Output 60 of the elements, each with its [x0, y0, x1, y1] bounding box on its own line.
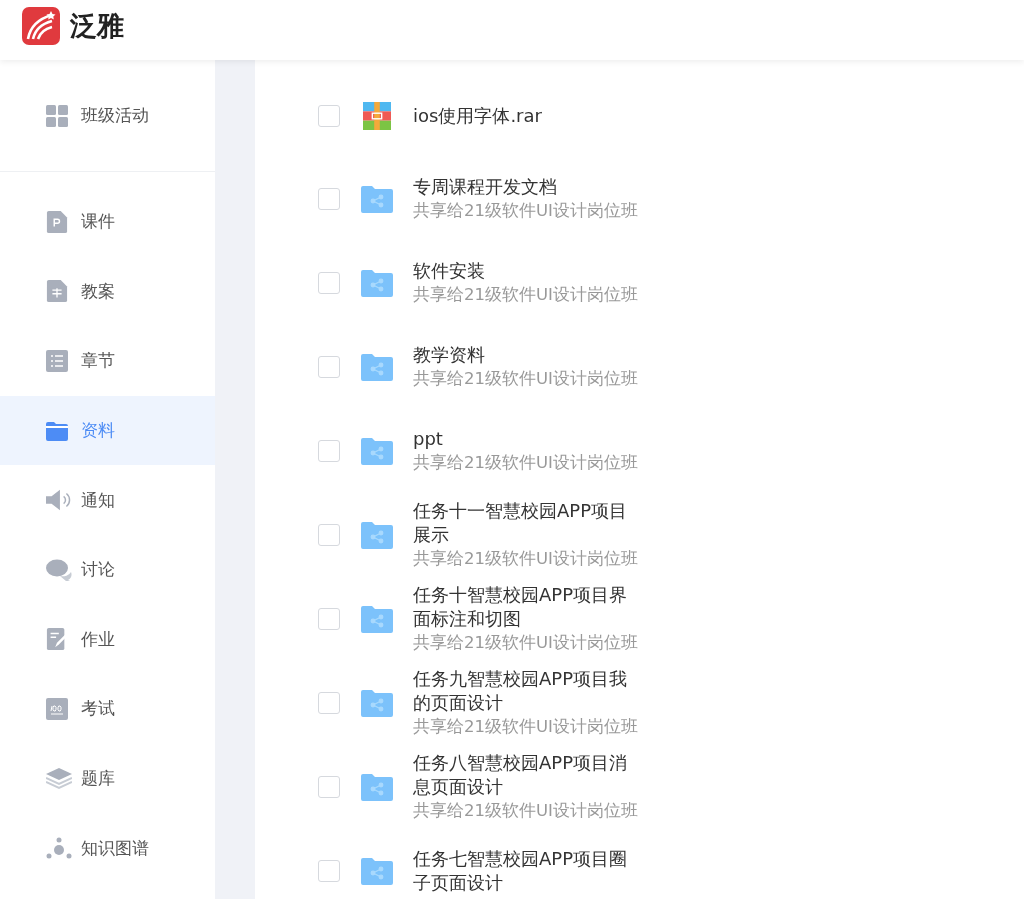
brand-name: 泛雅 — [70, 9, 124, 43]
shared-folder-icon — [361, 605, 393, 633]
shared-folder-icon — [361, 773, 393, 801]
document-icon — [46, 280, 68, 303]
document-icon — [46, 210, 68, 233]
file-name[interactable]: 任务十一智慧校园APP项目展示 — [413, 499, 645, 547]
share-info: 共享给21级软件UI设计岗位班 — [413, 284, 639, 306]
sidebar-item[interactable]: 考试 — [0, 674, 215, 744]
layers-icon — [46, 767, 72, 790]
checkbox[interactable] — [318, 356, 340, 378]
graph-icon — [46, 837, 72, 860]
share-info: 共享给21级软件UI设计岗位班 — [413, 800, 639, 822]
checkbox[interactable] — [318, 272, 340, 294]
share-info: 共享给21级软件UI设计岗位班 — [413, 632, 639, 654]
file-name[interactable]: 教学资料 — [413, 343, 645, 367]
checkbox[interactable] — [318, 440, 340, 462]
checkbox[interactable] — [318, 692, 340, 714]
checkbox[interactable] — [318, 860, 340, 882]
grid-icon — [46, 104, 68, 127]
sidebar-item[interactable]: 作业 — [0, 604, 215, 675]
share-info: 共享给21级软件UI设计岗位班 — [413, 548, 639, 570]
checkbox[interactable] — [318, 608, 340, 630]
checkbox[interactable] — [318, 188, 340, 210]
share-info: 共享给21级软件UI设计岗位班 — [413, 200, 639, 222]
share-info: 共享给21级软件UI设计岗位班 — [413, 368, 639, 390]
file-name[interactable]: ios使用字体.rar — [413, 104, 645, 128]
shared-folder-icon — [361, 689, 393, 717]
file-name[interactable]: 任务八智慧校园APP项目消息页面设计 — [413, 751, 645, 799]
edit-icon — [46, 628, 68, 651]
checkbox[interactable] — [318, 524, 340, 546]
sidebar-item[interactable]: 题库 — [0, 743, 215, 814]
shared-folder-icon — [361, 269, 393, 297]
file-name[interactable]: ppt — [413, 427, 645, 451]
sidebar-item[interactable]: 知识图谱 — [0, 813, 215, 883]
file-name[interactable]: 任务七智慧校园APP项目圈子页面设计 — [413, 847, 645, 895]
sidebar-item[interactable]: 章节 — [0, 326, 215, 396]
file-name[interactable]: 专周课程开发文档 — [413, 175, 645, 199]
sidebar-item[interactable]: 讨论 — [0, 534, 215, 605]
shared-folder-icon — [361, 521, 393, 549]
list-icon — [46, 350, 68, 372]
file-name[interactable]: 任务九智慧校园APP项目我的页面设计 — [413, 667, 645, 715]
shared-folder-icon — [361, 437, 393, 465]
folder-icon — [46, 419, 68, 442]
speaker-icon — [46, 489, 72, 512]
shared-folder-icon — [361, 185, 393, 213]
share-info: 共享给21级软件UI设计岗位班 — [413, 452, 639, 474]
archive-icon — [361, 102, 393, 130]
file-name[interactable]: 任务十智慧校园APP项目界面标注和切图 — [413, 583, 645, 631]
chat-icon — [46, 558, 72, 581]
shared-folder-icon — [361, 857, 393, 885]
sidebar-item[interactable]: 教案 — [0, 256, 215, 327]
shared-folder-icon — [361, 353, 393, 381]
checkbox[interactable] — [318, 105, 340, 127]
file-name[interactable]: 软件安装 — [413, 259, 645, 283]
sidebar-item[interactable]: 通知 — [0, 465, 215, 535]
logo-icon — [22, 7, 60, 45]
checkbox[interactable] — [318, 776, 340, 798]
share-info: 共享给21级软件UI设计岗位班 — [413, 716, 639, 738]
sidebar-item[interactable]: 课件 — [0, 187, 215, 257]
score-icon — [46, 697, 68, 720]
